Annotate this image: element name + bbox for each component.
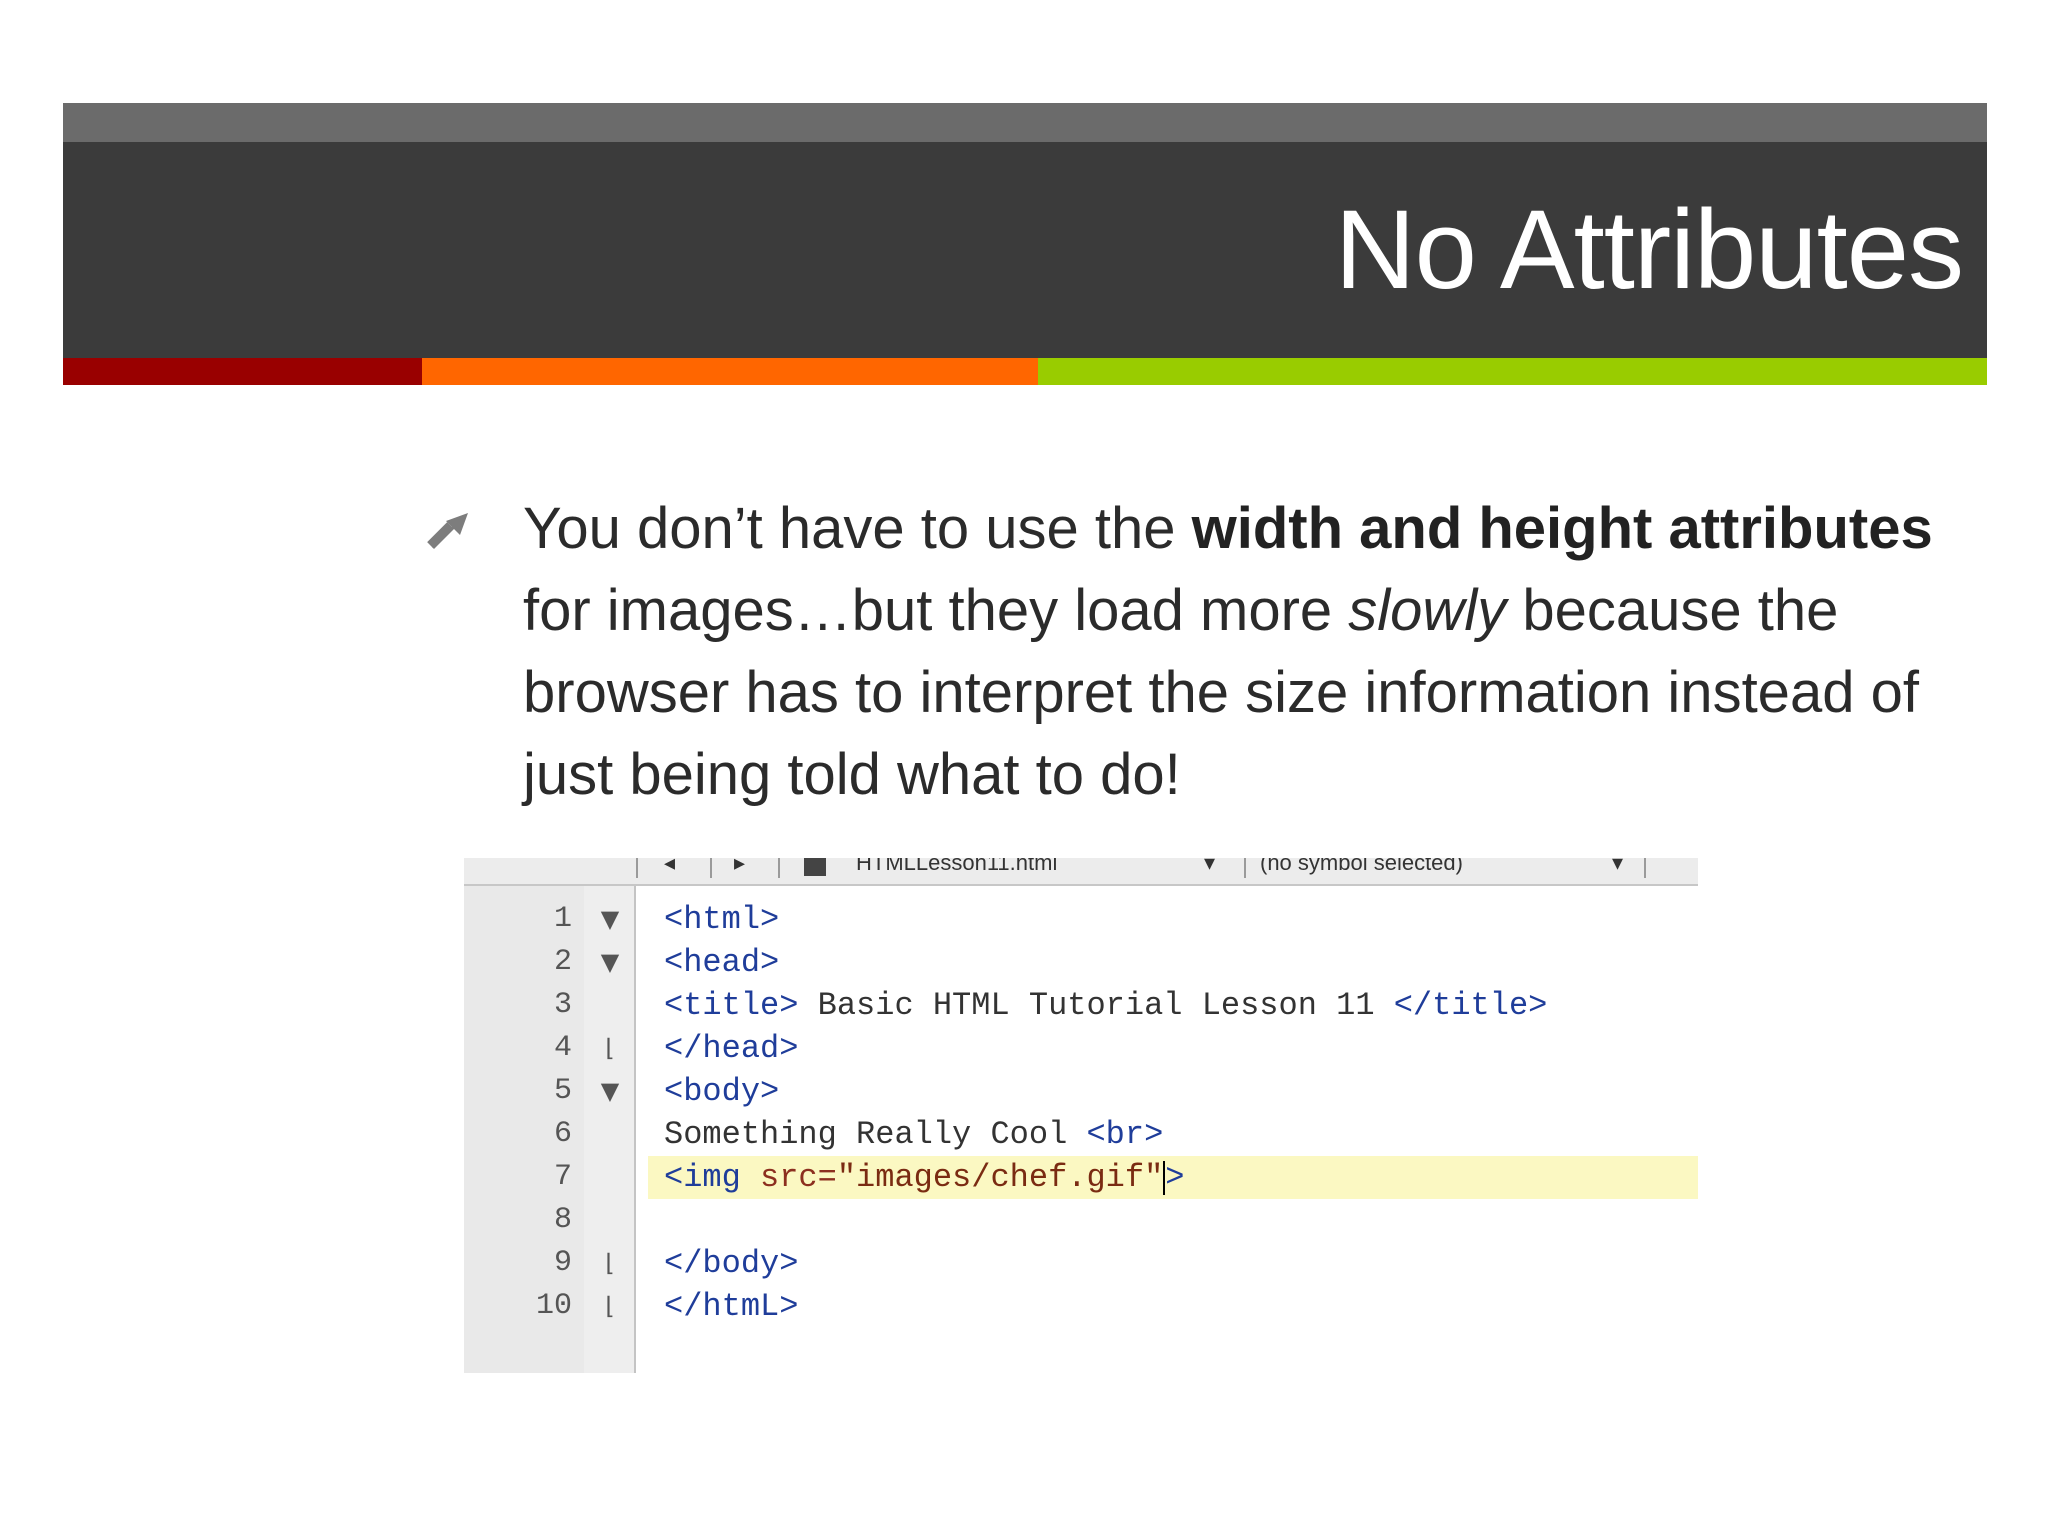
accent-stripe: [63, 358, 1987, 385]
code-token: >: [1165, 1159, 1185, 1196]
code-line[interactable]: 7 <img src="images/chef.gif">: [464, 1156, 1698, 1199]
toolbar-separator: [710, 858, 712, 878]
symbol-dropdown-icon: ▾: [1612, 858, 1624, 875]
code-text: <html>: [648, 898, 1698, 941]
code-line[interactable]: 4 ⌊ </head>: [464, 1027, 1698, 1070]
code-token: </title>: [1393, 987, 1548, 1024]
code-token: Something Really Cool: [664, 1116, 1087, 1153]
code-editor-screenshot: ◂ ▸ HTMLLesson11.html ▾ (no symbol selec…: [464, 858, 1698, 1373]
code-text: </head>: [648, 1027, 1698, 1070]
bullet-text: You don’t have to use the width and heig…: [523, 488, 1943, 816]
symbol-popup: (no symbol selected): [1260, 858, 1463, 875]
code-text: <title> Basic HTML Tutorial Lesson 11 </…: [648, 984, 1698, 1027]
line-number: 4: [553, 1031, 572, 1065]
code-text: <head>: [648, 941, 1698, 984]
code-token: <br>: [1086, 1116, 1164, 1153]
title-band-top: [63, 103, 1987, 142]
editor-toolbar: ◂ ▸ HTMLLesson11.html ▾ (no symbol selec…: [464, 858, 1698, 886]
accent-stripe-orange: [422, 358, 1038, 385]
slide-title: No Attributes: [1334, 187, 1964, 312]
file-icon: [804, 858, 826, 876]
code-line[interactable]: 2 ▼ <head>: [464, 941, 1698, 984]
line-number: 8: [553, 1203, 572, 1237]
line-number: 10: [535, 1289, 572, 1323]
code-token: <body>: [664, 1073, 780, 1110]
forward-arrow-icon: ▸: [734, 858, 746, 875]
fold-end-icon: ⌊: [605, 1249, 615, 1277]
line-number: 3: [553, 988, 572, 1022]
code-text: <body>: [648, 1070, 1698, 1113]
toolbar-separator: [1644, 858, 1646, 878]
line-number: 6: [553, 1117, 572, 1151]
title-band: No Attributes: [63, 103, 1987, 385]
code-text: </htmL>: [648, 1285, 1698, 1328]
arrow-up-right-icon: [427, 513, 468, 549]
code-line[interactable]: 8: [464, 1199, 1698, 1242]
fold-triangle-icon[interactable]: ▼: [596, 1070, 624, 1113]
accent-stripe-red: [63, 358, 422, 385]
code-text: <img src="images/chef.gif">: [648, 1156, 1698, 1199]
code-token: </body>: [664, 1245, 799, 1282]
bullet-text-part: for images…but they load more: [523, 578, 1349, 643]
code-line[interactable]: 6 Something Really Cool <br>: [464, 1113, 1698, 1156]
line-number: 1: [553, 902, 572, 936]
code-token: <html>: [664, 901, 780, 938]
code-token: src=: [760, 1159, 837, 1196]
code-token: Basic HTML Tutorial Lesson 11: [798, 987, 1394, 1024]
code-text: Something Really Cool <br>: [648, 1113, 1698, 1156]
fold-triangle-icon[interactable]: ▼: [596, 898, 624, 941]
code-line[interactable]: 10 ⌊ </htmL>: [464, 1285, 1698, 1328]
fold-end-icon: ⌊: [605, 1292, 615, 1320]
code-token: <head>: [664, 944, 780, 981]
code-line[interactable]: 5 ▼ <body>: [464, 1070, 1698, 1113]
code-line[interactable]: 3 <title> Basic HTML Tutorial Lesson 11 <…: [464, 984, 1698, 1027]
back-arrow-icon: ◂: [664, 858, 676, 875]
filename-popup: HTMLLesson11.html: [856, 858, 1058, 875]
code-text: </body>: [648, 1242, 1698, 1285]
code-token: </head>: [664, 1030, 799, 1067]
line-number: 7: [553, 1160, 572, 1194]
fold-triangle-icon[interactable]: ▼: [596, 941, 624, 984]
toolbar-separator: [1244, 858, 1246, 878]
code-token: "images/chef.gif": [836, 1159, 1164, 1196]
accent-stripe-green: [1038, 358, 1987, 385]
code-token: </htmL>: [664, 1288, 799, 1325]
filename-dropdown-icon: ▾: [1204, 858, 1216, 875]
code-line[interactable]: 9 ⌊ </body>: [464, 1242, 1698, 1285]
code-token: <title>: [664, 987, 799, 1024]
line-number: 9: [553, 1246, 572, 1280]
code-line[interactable]: 1 ▼ <html>: [464, 898, 1698, 941]
toolbar-separator: [778, 858, 780, 878]
bullet-italic-text: slowly: [1348, 578, 1507, 643]
toolbar-separator: [636, 858, 638, 878]
fold-end-icon: ⌊: [605, 1034, 615, 1062]
line-number: 2: [553, 945, 572, 979]
bullet-bold-text: width and height attributes: [1191, 496, 1933, 561]
line-number: 5: [553, 1074, 572, 1108]
code-token: <img: [664, 1159, 761, 1196]
bullet-text-part: You don’t have to use the: [523, 496, 1192, 561]
